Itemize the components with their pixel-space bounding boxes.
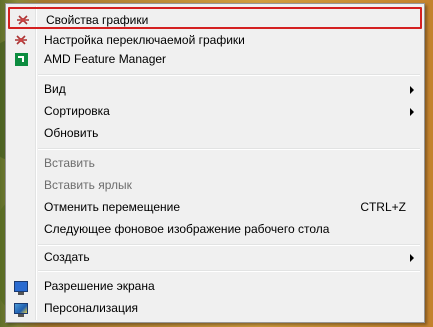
menu-item-view[interactable]: Вид (8, 78, 422, 100)
menu-item-sort[interactable]: Сортировка (8, 100, 422, 122)
menu-item-personalization[interactable]: Персонализация (8, 297, 422, 319)
menu-item-label: Отменить перемещение (44, 200, 181, 214)
personalization-icon (13, 300, 29, 317)
menu-item-paste: Вставить (8, 152, 422, 174)
menu-item-label: Создать (44, 250, 90, 264)
menu-item-label: Обновить (44, 126, 99, 140)
menu-separator (38, 148, 420, 150)
menu-item-paste-shortcut: Вставить ярлык (8, 174, 422, 196)
submenu-arrow-icon (410, 254, 414, 262)
shortcut-label: CTRL+Z (360, 200, 406, 214)
submenu-arrow-icon (410, 108, 414, 116)
menu-item-amd-feature-manager[interactable]: AMD Feature Manager (8, 48, 422, 70)
menu-item-label: Вставить ярлык (44, 178, 132, 192)
menu-item-label: Следующее фоновое изображение рабочего с… (44, 222, 330, 236)
menu-item-refresh[interactable]: Обновить (8, 122, 422, 144)
menu-separator (38, 270, 420, 272)
menu-item-next-background[interactable]: Следующее фоновое изображение рабочего с… (8, 218, 422, 240)
menu-item-label: Вид (44, 82, 66, 96)
menu-item-graphics-properties[interactable]: Свойства графики (8, 7, 422, 29)
menu-item-label: AMD Feature Manager (44, 52, 167, 66)
menu-item-screen-resolution[interactable]: Разрешение экрана (8, 275, 422, 297)
menu-item-label: Персонализация (44, 301, 139, 315)
graphics-driver-icon (13, 32, 29, 48)
menu-separator (38, 74, 420, 76)
menu-item-create[interactable]: Создать (8, 246, 422, 268)
menu-item-label: Свойства графики (46, 13, 149, 27)
menu-item-undo-move[interactable]: Отменить перемещение CTRL+Z (8, 196, 422, 218)
menu-item-label: Сортировка (44, 104, 110, 118)
menu-item-label: Вставить (44, 156, 95, 170)
desktop-context-menu: Свойства графики Настройка переключаемой… (5, 3, 425, 323)
menu-item-label: Настройка переключаемой графики (44, 33, 245, 47)
screen-resolution-icon (13, 278, 29, 295)
menu-item-label: Разрешение экрана (44, 279, 155, 293)
graphics-driver-icon (15, 12, 31, 28)
amd-icon (13, 51, 29, 67)
submenu-arrow-icon (410, 86, 414, 94)
